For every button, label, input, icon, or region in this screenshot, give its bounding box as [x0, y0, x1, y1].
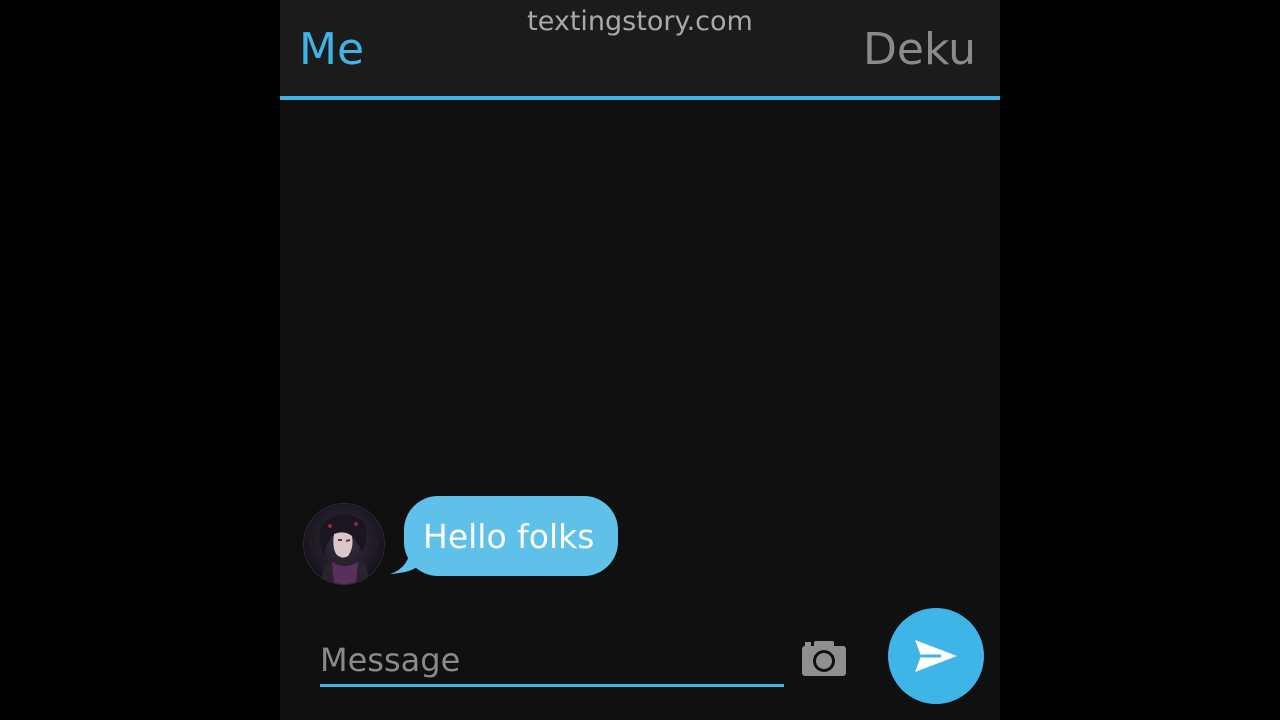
- camera-button[interactable]: [800, 638, 848, 678]
- contact-avatar[interactable]: [304, 504, 384, 584]
- avatar-portrait: [304, 504, 384, 584]
- message-bubble[interactable]: Hello folks: [404, 496, 619, 576]
- camera-icon: [802, 641, 846, 676]
- chat-screen: textingstory.com Me Deku Hello folks Mes…: [280, 0, 1000, 720]
- sender-name[interactable]: Me: [299, 24, 364, 75]
- message-input[interactable]: [320, 636, 784, 687]
- contact-name[interactable]: Deku: [863, 24, 976, 75]
- chat-header: textingstory.com Me Deku: [280, 0, 1000, 100]
- send-button[interactable]: [888, 608, 984, 704]
- message-text: Hello folks: [423, 516, 595, 556]
- message-composer: [280, 600, 1000, 720]
- message-list: Hello folks: [280, 100, 1000, 600]
- send-icon: [915, 640, 957, 672]
